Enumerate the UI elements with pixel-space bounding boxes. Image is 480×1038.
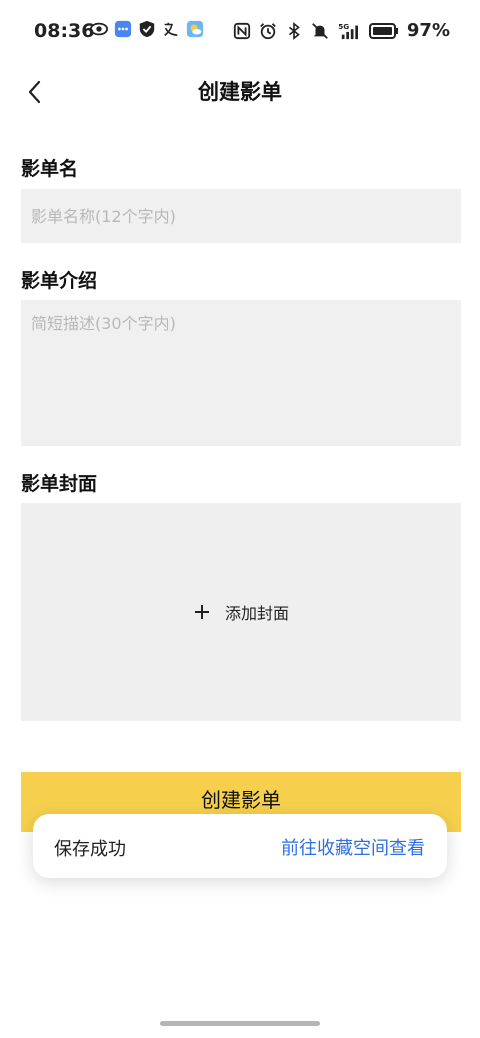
signal-5g-icon: 5G bbox=[338, 22, 358, 39]
status-right-icons: 5G 97% bbox=[233, 20, 450, 41]
create-list-button-label: 创建影单 bbox=[201, 787, 281, 812]
nav-bar: 创建影单 bbox=[0, 62, 480, 122]
plus-icon bbox=[194, 605, 209, 619]
shield-icon bbox=[139, 20, 155, 38]
go-to-favorites-link[interactable]: 前往收藏空间查看 bbox=[281, 834, 425, 860]
name-input[interactable] bbox=[21, 189, 461, 243]
home-indicator[interactable] bbox=[160, 1021, 320, 1026]
page-title: 创建影单 bbox=[198, 80, 282, 104]
battery-percent: 97% bbox=[406, 20, 450, 41]
svg-text:5G: 5G bbox=[338, 22, 349, 31]
add-cover-area[interactable]: 添加封面 bbox=[21, 503, 461, 721]
alarm-icon bbox=[260, 22, 276, 39]
status-time: 08:36 bbox=[34, 20, 95, 42]
intro-textarea[interactable] bbox=[21, 300, 461, 446]
cover-label: 影单封面 bbox=[21, 473, 98, 495]
name-label: 影单名 bbox=[21, 158, 79, 180]
weather-icon bbox=[186, 20, 204, 38]
intro-label: 影单介绍 bbox=[21, 270, 98, 292]
nfc-icon bbox=[233, 22, 251, 39]
eye-icon bbox=[90, 22, 108, 36]
battery-icon bbox=[368, 22, 398, 39]
chat-app-icon bbox=[114, 20, 132, 38]
add-cover-label: 添加封面 bbox=[224, 604, 289, 623]
mute-icon bbox=[312, 22, 328, 39]
status-bar: 08:36 5G 97% bbox=[0, 0, 480, 62]
save-success-toast: 保存成功 前往收藏空间查看 bbox=[33, 814, 447, 878]
bluetooth-icon bbox=[288, 21, 300, 40]
translate-icon bbox=[164, 22, 178, 37]
toast-message: 保存成功 bbox=[54, 839, 126, 860]
status-left-icons bbox=[90, 20, 204, 38]
